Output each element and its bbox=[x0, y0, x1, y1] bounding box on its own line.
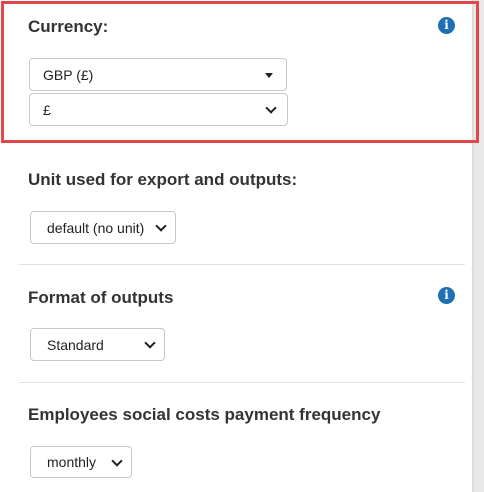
employees-select-value: monthly bbox=[47, 454, 97, 470]
employees-frequency-select[interactable]: monthly bbox=[30, 446, 132, 478]
unit-title: Unit used for export and outputs: bbox=[28, 170, 298, 189]
divider bbox=[19, 382, 465, 383]
divider bbox=[19, 264, 465, 265]
employees-title: Employees social costs payment frequency bbox=[28, 405, 381, 424]
chevron-down-icon bbox=[144, 337, 156, 349]
unit-select-value: default (no unit) bbox=[47, 219, 145, 236]
format-select[interactable]: Standard bbox=[30, 328, 165, 361]
chevron-down-icon bbox=[111, 455, 123, 467]
format-title: Format of outputs bbox=[28, 288, 174, 307]
unit-select[interactable]: default (no unit) bbox=[30, 211, 176, 244]
chevron-down-icon bbox=[155, 220, 167, 232]
highlight-frame bbox=[1, 1, 479, 143]
format-info-icon[interactable]: i bbox=[438, 287, 455, 304]
format-select-value: Standard bbox=[47, 336, 104, 353]
